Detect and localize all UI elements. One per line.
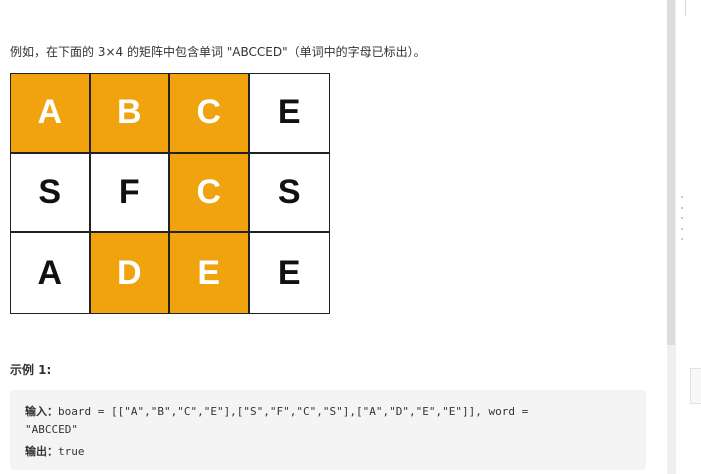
grid-cell: S bbox=[11, 153, 91, 234]
letter-grid: A B C E S F C S A D E E bbox=[10, 73, 330, 314]
grid-cell: E bbox=[249, 74, 329, 154]
input-value: board = [["A","B","C","E"],["S","F","C",… bbox=[58, 405, 529, 418]
grid-cell: B bbox=[90, 74, 170, 154]
grid-cell: C bbox=[170, 74, 250, 154]
grid-cell: S bbox=[249, 153, 329, 234]
example-code-block: 输入：board = [["A","B","C","E"],["S","F","… bbox=[10, 390, 646, 470]
grid-cell: D bbox=[90, 233, 170, 313]
problem-page: 例如，在下面的 3×4 的矩阵中包含单词 "ABCCED"（单词中的字母已标出）… bbox=[0, 0, 701, 474]
output-label: 输出： bbox=[25, 445, 58, 458]
side-panel-toggle[interactable] bbox=[690, 368, 701, 404]
output-value: true bbox=[58, 445, 85, 458]
problem-description: 例如，在下面的 3×4 的矩阵中包含单词 "ABCCED"（单词中的字母已标出）… bbox=[0, 0, 666, 474]
drag-handle-icon[interactable] bbox=[680, 196, 684, 240]
side-divider bbox=[685, 0, 686, 16]
example-title: 示例 1: bbox=[10, 363, 52, 377]
input-label: 输入： bbox=[25, 405, 58, 418]
grid-cell: A bbox=[11, 74, 91, 154]
grid-cell: A bbox=[11, 233, 91, 313]
example-output-line: 输出：true bbox=[25, 443, 85, 459]
grid-cell: E bbox=[249, 233, 329, 313]
vertical-scrollbar[interactable] bbox=[667, 0, 675, 474]
example-input-line: 输入：board = [["A","B","C","E"],["S","F","… bbox=[25, 403, 528, 419]
intro-text: 例如，在下面的 3×4 的矩阵中包含单词 "ABCCED"（单词中的字母已标出）… bbox=[10, 45, 426, 59]
grid-cell: F bbox=[90, 153, 170, 234]
scrollbar-thumb[interactable] bbox=[667, 0, 675, 345]
grid-cell: C bbox=[170, 153, 250, 234]
example-input-continuation: "ABCCED" bbox=[25, 423, 78, 436]
grid-cell: E bbox=[170, 233, 250, 313]
